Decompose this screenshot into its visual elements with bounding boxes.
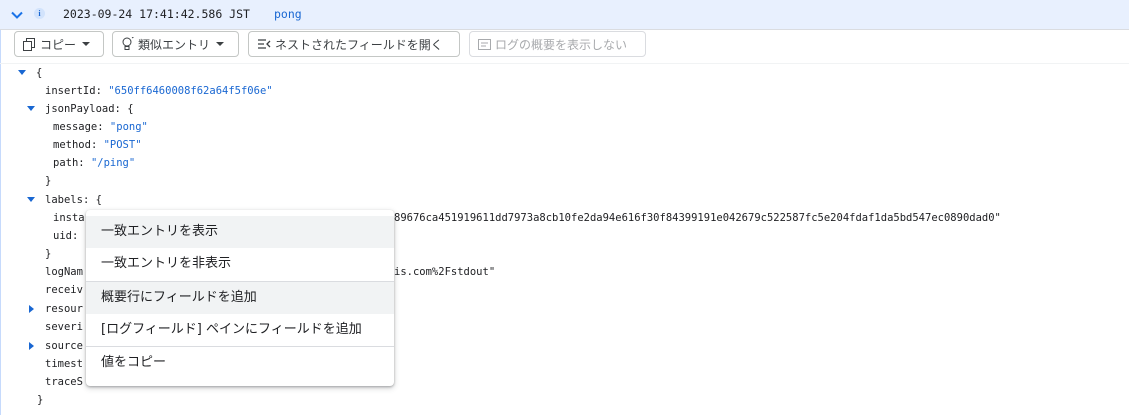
field-message[interactable]: message: "pong" — [53, 118, 148, 136]
collapse-jsonPayload-toggle[interactable] — [27, 106, 35, 111]
log-entry-header[interactable]: i 2023-09-24 17:41:42.586 JST pong — [0, 0, 1129, 30]
copy-icon — [23, 37, 35, 51]
lightbulb-icon — [122, 37, 134, 50]
similar-entries-label: 類似エントリ — [138, 37, 211, 52]
menu-item-copy-value[interactable]: 値をコピー — [86, 347, 394, 379]
menu-item-add-to-summary[interactable]: 概要行にフィールドを追加 — [86, 282, 394, 314]
field-context-menu: 一致エントリを表示 一致エントリを非表示 概要行にフィールドを追加 [ログフィー… — [86, 210, 394, 386]
field-resource[interactable]: resour — [45, 300, 83, 318]
labels-close-brace: } — [45, 248, 52, 260]
expand-nested-fields-label: ネストされたフィールドを開く — [275, 37, 443, 52]
toolbar-divider — [0, 63, 1129, 64]
info-severity-icon: i — [34, 8, 45, 19]
expand-fields-icon — [258, 39, 271, 49]
expand-nested-fields-button[interactable]: ネストされたフィールドを開く — [248, 31, 460, 57]
expand-sourceLocation-toggle[interactable] — [29, 342, 34, 350]
field-timestamp[interactable]: timest — [45, 355, 83, 373]
log-summary: pong — [274, 7, 302, 21]
field-instance[interactable]: insta — [53, 209, 85, 227]
log-timestamp: 2023-09-24 17:41:42.586 JST — [63, 7, 250, 21]
field-jsonPayload[interactable]: jsonPayload: { — [45, 100, 134, 118]
chevron-down-icon — [82, 42, 91, 46]
root-close-brace: } — [37, 394, 44, 406]
field-path[interactable]: path: "/ping" — [53, 154, 135, 172]
message-value[interactable]: "pong" — [110, 121, 148, 133]
menu-item-add-to-fields-pane[interactable]: [ログフィールド] ペインにフィールドを追加 — [86, 314, 394, 346]
collapse-root-toggle[interactable] — [18, 70, 26, 75]
field-receiveTimestamp[interactable]: receiv — [45, 281, 83, 299]
method-value[interactable]: "POST" — [104, 139, 142, 151]
copy-button-label: コピー — [40, 37, 77, 52]
expand-resource-toggle[interactable] — [29, 305, 34, 313]
root-open-brace: { — [36, 67, 43, 79]
field-uid[interactable]: uid: — [53, 227, 78, 245]
entry-left-border — [0, 30, 1, 415]
logName-value[interactable]: is.com%2Fstdout" — [394, 263, 495, 281]
menu-item-hide-matching[interactable]: 一致エントリを非表示 — [86, 248, 394, 280]
field-insertId[interactable]: insertId: "650ff6460008f62a64f5f06e" — [45, 82, 273, 100]
field-logName[interactable]: logNam — [45, 263, 83, 281]
copy-button[interactable]: コピー — [14, 31, 104, 57]
insertId-value[interactable]: "650ff6460008f62a64f5f06e" — [108, 85, 272, 97]
field-sourceLocation[interactable]: source — [45, 337, 83, 355]
field-method[interactable]: method: "POST" — [53, 136, 142, 154]
similar-entries-button[interactable]: 類似エントリ — [112, 31, 239, 57]
menu-item-show-matching[interactable]: 一致エントリを表示 — [86, 216, 394, 248]
hide-log-summary-label: ログの概要を表示しない — [495, 37, 628, 52]
field-labels[interactable]: labels: { — [45, 191, 102, 209]
field-severity[interactable]: severi — [45, 318, 83, 336]
collapse-labels-toggle[interactable] — [27, 197, 35, 202]
summary-icon — [478, 38, 491, 50]
chevron-down-icon[interactable] — [8, 6, 26, 24]
field-traceSampled[interactable]: traceS — [45, 373, 83, 391]
instance-value[interactable]: 89676ca451919611dd7973a8cb10fe2da94e616f… — [394, 209, 1001, 227]
chevron-down-icon — [216, 42, 225, 46]
path-value[interactable]: "/ping" — [91, 157, 135, 169]
jsonPayload-close-brace: } — [45, 175, 52, 187]
hide-log-summary-button[interactable]: ログの概要を表示しない — [469, 31, 646, 57]
